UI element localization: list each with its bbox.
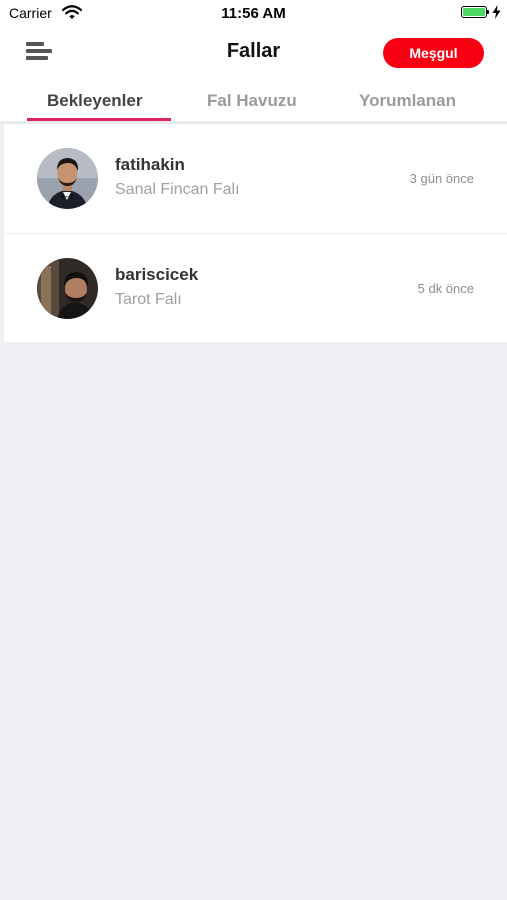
user-avatar (37, 148, 98, 209)
top-panel: Carrier 11:56 AM Fallar Meşgul Bekleyenl… (0, 0, 507, 124)
busy-status-button[interactable]: Meşgul (383, 38, 484, 68)
list-item[interactable]: fatihakin Sanal Fincan Falı 3 gün önce (4, 124, 507, 234)
fortune-type: Tarot Falı (115, 291, 182, 308)
status-time: 11:56 AM (221, 5, 286, 22)
battery-icon (461, 6, 489, 18)
fortune-type: Sanal Fincan Falı (115, 181, 240, 198)
status-bar: Carrier 11:56 AM (0, 0, 507, 26)
item-time: 5 dk önce (417, 281, 474, 296)
tab-fal-havuzu[interactable]: Fal Havuzu (207, 91, 297, 111)
item-time: 3 gün önce (409, 171, 474, 186)
username: fatihakin (115, 155, 185, 174)
charging-bolt-icon (492, 5, 501, 19)
user-avatar (37, 258, 98, 319)
tab-yorumlanan[interactable]: Yorumlanan (359, 91, 456, 111)
list-item[interactable]: bariscicek Tarot Falı 5 dk önce (4, 234, 507, 342)
fortune-list: fatihakin Sanal Fincan Falı 3 gün önce b… (4, 124, 507, 342)
tab-bekleyenler[interactable]: Bekleyenler (47, 91, 142, 111)
username: bariscicek (115, 265, 199, 284)
